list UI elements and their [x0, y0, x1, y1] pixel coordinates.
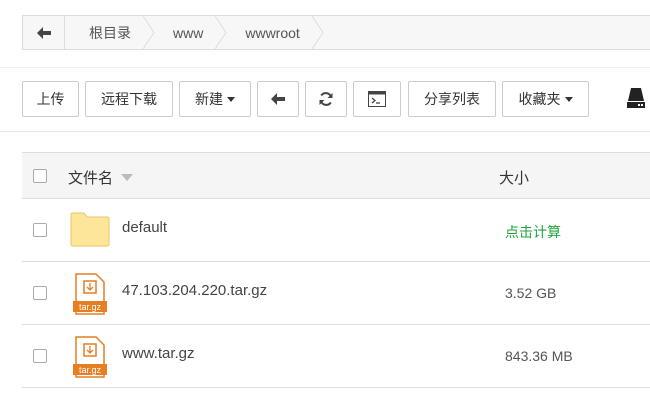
file-manager-panel: 上传 远程下载 新建 分享列表 收藏夹 文件名 大小 default 点击计算 … [0, 68, 650, 417]
select-all-checkbox[interactable] [33, 169, 47, 183]
table-row[interactable]: tar.gz 47.103.204.220.tar.gz 3.52 GB [22, 262, 650, 325]
arrow-left-icon [271, 93, 285, 105]
remote-download-button[interactable]: 远程下载 [85, 81, 173, 117]
row-checkbox[interactable] [33, 286, 47, 300]
divider [0, 131, 650, 132]
table-header: 文件名 大小 [22, 153, 650, 199]
new-dropdown-button[interactable]: 新建 [179, 81, 251, 117]
row-checkbox[interactable] [33, 223, 47, 237]
breadcrumb-item-root[interactable]: 根目录 [65, 16, 155, 49]
caret-down-icon [564, 96, 573, 102]
back-arrow-button[interactable] [23, 16, 65, 49]
file-name[interactable]: default [122, 219, 167, 236]
breadcrumb-label: www [173, 24, 204, 41]
file-size: 843.36 MB [505, 348, 573, 364]
terminal-button[interactable] [353, 81, 401, 117]
archive-file-icon: tar.gz [73, 273, 107, 315]
breadcrumb-item-wwwroot[interactable]: wwwroot [221, 16, 324, 49]
upload-button[interactable]: 上传 [22, 81, 79, 117]
breadcrumb: 根目录 www wwwroot [22, 15, 650, 50]
refresh-button[interactable] [305, 81, 347, 117]
arrow-left-icon [36, 26, 51, 39]
terminal-icon [368, 91, 386, 107]
new-label: 新建 [195, 91, 223, 107]
folder-icon [70, 212, 110, 247]
table-row[interactable]: tar.gz www.tar.gz 843.36 MB [22, 325, 650, 388]
archive-file-icon: tar.gz [73, 336, 107, 378]
sort-down-icon [121, 174, 134, 181]
upload-label: 上传 [36, 91, 65, 107]
remote-download-label: 远程下载 [101, 91, 157, 107]
toolbar: 上传 远程下载 新建 分享列表 收藏夹 [22, 81, 595, 117]
favorites-dropdown-button[interactable]: 收藏夹 [502, 81, 589, 117]
file-table: 文件名 大小 default 点击计算 tar.gz 47.103.204.22… [22, 152, 650, 388]
breadcrumb-item-www[interactable]: www [149, 16, 227, 49]
share-list-button[interactable]: 分享列表 [408, 81, 496, 117]
disk-icon[interactable] [626, 87, 646, 109]
calculate-size-link[interactable]: 点击计算 [505, 222, 561, 242]
file-name[interactable]: www.tar.gz [122, 345, 195, 362]
go-back-button[interactable] [257, 81, 299, 117]
table-row[interactable]: default 点击计算 [22, 199, 650, 262]
archive-type-label: tar.gz [79, 302, 102, 312]
breadcrumb-label: wwwroot [245, 24, 300, 41]
breadcrumb-label: 根目录 [89, 24, 131, 41]
archive-type-label: tar.gz [79, 365, 102, 375]
file-name[interactable]: 47.103.204.220.tar.gz [122, 282, 267, 299]
column-header-size[interactable]: 大小 [499, 167, 529, 188]
breadcrumb-panel: 根目录 www wwwroot [0, 0, 650, 67]
file-size: 3.52 GB [505, 285, 557, 301]
row-checkbox[interactable] [33, 349, 47, 363]
share-list-label: 分享列表 [424, 91, 480, 107]
caret-down-icon [227, 96, 235, 102]
column-filename-label: 文件名 [68, 170, 114, 187]
favorites-label: 收藏夹 [518, 91, 561, 107]
column-header-filename[interactable]: 文件名 [68, 167, 134, 188]
refresh-icon [319, 92, 333, 106]
breadcrumb-separator [311, 16, 324, 49]
